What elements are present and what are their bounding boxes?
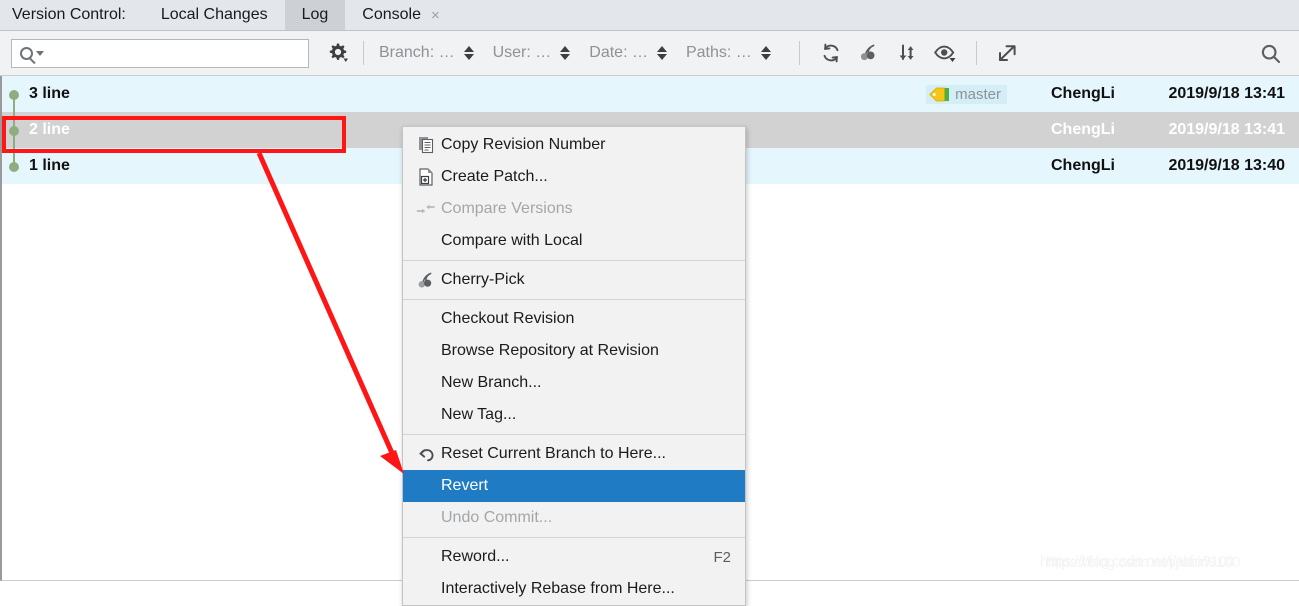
filter-user-label: User: … (492, 44, 552, 61)
menu-item-cherry-pick[interactable]: Cherry-Pick (403, 264, 745, 296)
menu-item-reset-current-branch-to-here[interactable]: Reset Current Branch to Here... (403, 438, 745, 470)
filter-date-label: Date: … (589, 44, 648, 61)
tag-icon (929, 87, 950, 101)
menu-item-label: Reset Current Branch to Here... (441, 445, 666, 462)
watermark: https://blog.csdn.net/jiabin9100 https:/… (1040, 553, 1240, 571)
commit-subject: 1 line (29, 157, 70, 174)
reset-icon (411, 446, 441, 463)
commit-author: ChengLi (1051, 121, 1115, 138)
toolbar-divider-2 (798, 41, 800, 65)
sort-icon[interactable] (892, 38, 922, 68)
menu-item-label: Create Patch... (441, 168, 548, 185)
menu-item-interactively-rebase-from-here[interactable]: Interactively Rebase from Here... (403, 573, 745, 605)
menu-separator (403, 299, 745, 300)
chevron-updown-icon (656, 46, 667, 60)
menu-item-label: Undo Commit... (441, 509, 553, 526)
commit-graph-node (2, 148, 29, 184)
toolbar-divider-1 (363, 41, 364, 65)
watermark-text: https://blog.csdn.net/jiabin9100 (1040, 553, 1235, 570)
search-icon (20, 46, 33, 60)
menu-item-create-patch[interactable]: Create Patch... (403, 161, 745, 193)
commit-context-menu[interactable]: Copy Revision Number Create Patch... Com… (402, 126, 746, 606)
menu-item-label: New Branch... (441, 374, 542, 391)
commit-author: ChengLi (1051, 85, 1115, 102)
search-field[interactable] (11, 38, 309, 68)
tool-window-tabbar: Version Control: Local Changes Log Conso… (0, 0, 1299, 31)
chevron-updown-icon (463, 46, 474, 60)
commit-graph-node (2, 76, 29, 112)
chevron-updown-icon (760, 46, 771, 60)
menu-item-compare-versions: Compare Versions (403, 193, 745, 225)
menu-item-label: Compare Versions (441, 200, 573, 217)
commit-author: ChengLi (1051, 157, 1115, 174)
menu-separator (403, 434, 745, 435)
menu-separator (403, 260, 745, 261)
menu-item-label: Browse Repository at Revision (441, 342, 659, 359)
menu-item-new-branch[interactable]: New Branch... (403, 367, 745, 399)
chevron-updown-icon (560, 46, 571, 60)
patch-icon (411, 168, 441, 186)
branch-tag-label: master (955, 85, 1001, 103)
cherry-icon (411, 271, 441, 290)
tab-console[interactable]: Console × (345, 0, 456, 30)
eye-icon[interactable] (930, 38, 960, 68)
gear-icon[interactable] (325, 40, 351, 66)
tab-log-label: Log (301, 6, 329, 23)
menu-item-reword[interactable]: Reword... F2 (403, 541, 745, 573)
filter-branch-label: Branch: … (379, 44, 455, 61)
close-icon[interactable]: × (431, 8, 440, 23)
copy-icon (411, 136, 441, 154)
branch-tag[interactable]: master (926, 84, 1007, 104)
menu-item-undo-commit: Undo Commit... (403, 502, 745, 534)
menu-item-new-tag[interactable]: New Tag... (403, 399, 745, 431)
commit-subject: 3 line (29, 85, 70, 102)
table-row[interactable]: 3 line master ChengLi 2019/9/18 13:41 (2, 76, 1299, 112)
commit-subject: 2 line (29, 121, 70, 138)
menu-item-shortcut: F2 (713, 548, 731, 566)
menu-item-label: Cherry-Pick (441, 271, 525, 288)
tab-local-changes[interactable]: Local Changes (144, 0, 285, 30)
filter-user[interactable]: User: … (490, 42, 583, 64)
menu-item-compare-with-local[interactable]: Compare with Local (403, 225, 745, 257)
menu-separator (403, 537, 745, 538)
log-toolbar: Branch: … User: … Date: … Paths: … (0, 31, 1299, 76)
chevron-down-icon[interactable] (36, 50, 44, 56)
tab-console-label: Console (362, 6, 421, 23)
commit-date: 2019/9/18 13:41 (1168, 85, 1285, 102)
tab-local-changes-label: Local Changes (160, 6, 268, 23)
filter-paths-label: Paths: … (685, 44, 752, 61)
find-in-log-icon[interactable] (1257, 40, 1285, 68)
toolbar-divider-3 (975, 41, 977, 65)
menu-item-label: Revert (441, 477, 489, 494)
cherry-pick-icon[interactable] (854, 38, 884, 68)
menu-item-label: Interactively Rebase from Here... (441, 580, 675, 597)
menu-item-label: New Tag... (441, 406, 517, 423)
open-external-icon[interactable] (993, 38, 1023, 68)
menu-item-browse-repository-at-revision[interactable]: Browse Repository at Revision (403, 335, 745, 367)
filter-paths[interactable]: Paths: … (683, 42, 783, 64)
search-input[interactable] (50, 44, 294, 62)
filter-date[interactable]: Date: … (586, 42, 679, 64)
menu-item-label: Checkout Revision (441, 310, 575, 327)
menu-item-revert[interactable]: Revert (403, 470, 745, 502)
commit-date: 2019/9/18 13:40 (1168, 157, 1285, 174)
menu-item-label: Copy Revision Number (441, 136, 606, 153)
commit-graph-node (2, 112, 29, 148)
tab-log[interactable]: Log (284, 0, 346, 30)
refresh-icon[interactable] (816, 38, 846, 68)
menu-item-checkout-revision[interactable]: Checkout Revision (403, 303, 745, 335)
menu-item-copy-revision-number[interactable]: Copy Revision Number (403, 129, 745, 161)
tool-window-title: Version Control: (12, 6, 126, 23)
compare-icon (411, 201, 441, 217)
filter-branch[interactable]: Branch: … (376, 42, 486, 64)
menu-item-label: Compare with Local (441, 232, 583, 249)
menu-item-label: Reword... (441, 548, 510, 565)
commit-date: 2019/9/18 13:41 (1168, 121, 1285, 138)
